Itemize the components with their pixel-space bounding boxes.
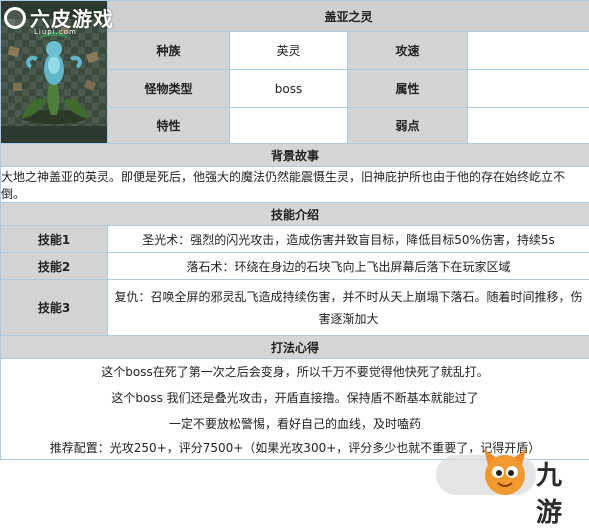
element-label: 属性 [348,70,468,108]
monster-info-table: 盖亚之灵 种族 英灵 攻速 怪物类型 boss 属性 特性 弱点 背景故事 大地… [0,0,589,460]
skill-1-name: 技能1 [1,226,108,253]
tips-heading: 打法心得 [1,336,589,359]
monster-type-label: 怪物类型 [108,70,230,108]
skills-heading: 技能介绍 [1,203,589,226]
attack-speed-label: 攻速 [348,32,468,70]
trait-label: 特性 [108,108,230,144]
element-value [468,70,589,108]
monster-type-value: boss [230,70,348,108]
race-label: 种族 [108,32,230,70]
skill-2-desc: 落石术：环绕在身边的石块飞向上飞出屏幕后落下在玩家区域 [108,253,589,280]
tip-line: 这个boss在死了第一次之后会变身，所以千万不要觉得他快死了就乱打。 [3,359,587,385]
weakness-value [468,108,589,144]
tip-line: 这个boss 我们还是叠光攻击，开盾直接撸。保持盾不断基本就能过了 [3,385,587,411]
page-title: 盖亚之灵 [108,1,589,32]
background-text: 大地之神盖亚的英灵。即便是死后，他强大的魔法仍然能震慑生灵，旧神庇护所也由于他的… [1,167,589,203]
logo-domain: Liupi.com [34,28,77,36]
background-heading: 背景故事 [1,144,589,167]
race-value: 英灵 [230,32,348,70]
skill-3-desc: 复仇：召唤全屏的邪灵乱飞造成持续伤害，并不时从天上崩塌下落石。随着时间推移，伤害… [108,280,589,336]
mascot-icon [480,445,530,499]
tip-line: 一定不要放松警惕，看好自己的血线，及时嗑药 [3,411,587,437]
logo-icon [4,7,26,29]
weakness-label: 弱点 [348,108,468,144]
skill-1-desc: 圣光术：强烈的闪光攻击，造成伤害并致盲目标，降低目标50%伤害，持续5s [108,226,589,253]
watermark: 九游 [436,443,586,503]
attack-speed-value [468,32,589,70]
skill-3-name: 技能3 [1,280,108,336]
trait-value [230,108,348,144]
watermark-text: 九游 [536,455,586,529]
skill-2-name: 技能2 [1,253,108,280]
